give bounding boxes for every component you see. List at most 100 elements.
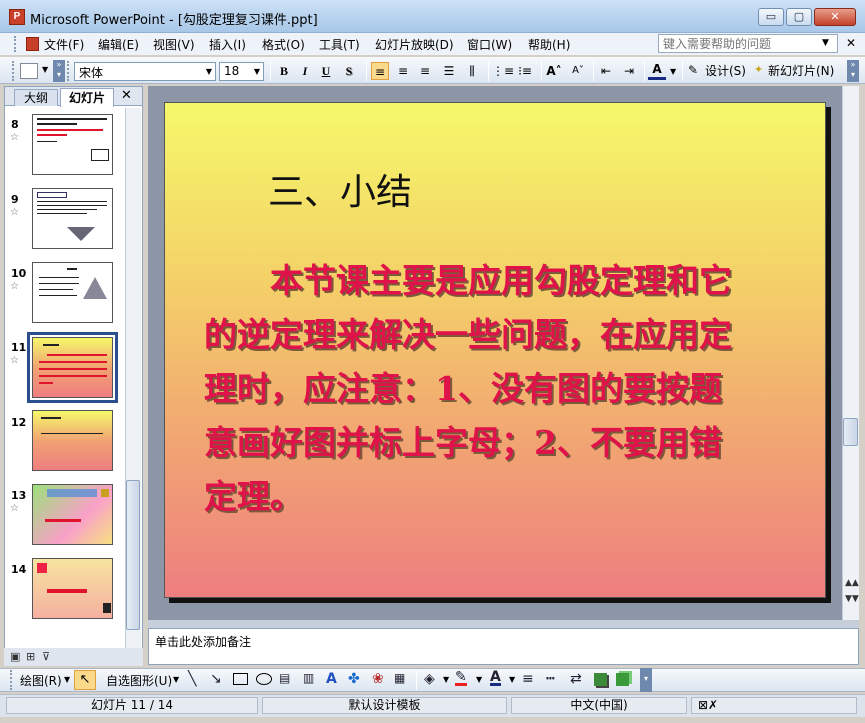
underline-button[interactable]: U xyxy=(317,62,335,80)
align-left-icon[interactable]: ≡ xyxy=(371,62,389,80)
toolbar-options-icon[interactable]: » ▾ xyxy=(53,60,65,82)
close-button[interactable]: ✕ xyxy=(814,8,856,26)
drawing-toolbar-grip[interactable] xyxy=(10,670,14,690)
toolbar-more-arrow-icon[interactable]: ▼ xyxy=(42,65,48,74)
italic-button[interactable]: I xyxy=(296,62,314,80)
design-button[interactable]: 设计(S) xyxy=(705,62,746,80)
line-tool-icon[interactable]: ╲ xyxy=(188,671,196,687)
tab-outline[interactable]: 大纲 xyxy=(14,89,58,106)
menubar-grip[interactable] xyxy=(14,36,17,52)
autoshapes-dropdown-icon[interactable]: ▼ xyxy=(173,675,179,684)
help-dropdown-arrow-icon[interactable]: ▼ xyxy=(822,38,829,48)
wordart-icon[interactable]: A xyxy=(326,671,337,687)
3d-style-icon[interactable] xyxy=(616,673,629,686)
draw-menu-button[interactable]: 绘图(R) xyxy=(20,672,62,689)
menu-help[interactable]: 帮助(H) xyxy=(528,36,570,53)
slide-thumbnail-14[interactable] xyxy=(32,558,113,619)
powerpoint-icon[interactable]: P xyxy=(9,9,25,25)
line-style-icon[interactable]: ≡ xyxy=(522,671,534,687)
pane-close-icon[interactable]: ✕ xyxy=(121,88,132,103)
bullets-icon[interactable]: ⁝≡ xyxy=(516,62,534,80)
menu-insert[interactable]: 插入(I) xyxy=(209,36,246,53)
slide-body-text[interactable]: 本节课主要是应用勾股定理和它 的逆定理来解决一些问题，在应用定 理时，应注意：1… xyxy=(204,254,804,524)
toolbar-grip-2[interactable] xyxy=(67,61,71,81)
increase-indent-icon[interactable]: ⇥ xyxy=(620,62,638,80)
arrow-style-icon[interactable]: ⇄ xyxy=(570,671,582,687)
new-slide-button[interactable]: 新幻灯片(N) xyxy=(768,62,834,80)
line-color-dropdown-icon[interactable]: ▼ xyxy=(476,675,482,684)
toolbar-options-icon[interactable]: » ▾ xyxy=(847,60,859,82)
vertical-scrollbar[interactable] xyxy=(842,86,859,620)
slide-sorter-view-icon[interactable]: ⊞ xyxy=(26,650,35,663)
font-size-select[interactable]: 18 ▼ xyxy=(219,62,264,81)
toolbar-options-icon[interactable]: ▾ xyxy=(640,668,652,692)
autoshapes-button[interactable]: 自选图形(U) xyxy=(106,672,172,689)
distributed-icon[interactable]: ⫼ xyxy=(463,62,481,80)
fill-color-dropdown-icon[interactable]: ▼ xyxy=(443,675,449,684)
slide-thumbnail-10[interactable] xyxy=(32,262,113,323)
notes-splitter[interactable] xyxy=(148,620,859,628)
decrease-indent-icon[interactable]: ⇤ xyxy=(597,62,615,80)
decrease-font-icon[interactable]: A˅ xyxy=(569,62,587,80)
tab-slides[interactable]: 幻灯片 xyxy=(60,88,114,107)
font-color-icon[interactable]: A xyxy=(490,670,501,686)
oval-tool-icon[interactable] xyxy=(256,673,272,685)
next-slide-icon[interactable]: ▼▼ xyxy=(845,594,859,604)
toolbar-separator xyxy=(593,61,594,81)
menu-file[interactable]: 文件(F) xyxy=(44,36,84,53)
notes-pane[interactable]: 单击此处添加备注 xyxy=(148,628,859,665)
previous-slide-icon[interactable]: ▲▲ xyxy=(845,578,859,588)
line-color-icon[interactable]: ✎ xyxy=(455,670,467,686)
document-icon[interactable] xyxy=(26,37,39,51)
vertical-textbox-icon[interactable]: ▥ xyxy=(303,671,314,685)
menu-view[interactable]: 视图(V) xyxy=(153,36,195,53)
menu-slideshow[interactable]: 幻灯片放映(D) xyxy=(375,36,454,53)
font-color-icon[interactable]: A xyxy=(648,62,666,80)
help-search-input[interactable] xyxy=(658,34,838,53)
normal-view-icon[interactable]: ▣ xyxy=(10,650,20,663)
new-document-icon[interactable] xyxy=(20,63,38,79)
textbox-tool-icon[interactable]: ▤ xyxy=(279,671,290,685)
slide-thumbnail-9[interactable] xyxy=(32,188,113,249)
menu-tools[interactable]: 工具(T) xyxy=(319,36,360,53)
justify-icon[interactable]: ☰ xyxy=(440,62,458,80)
shadow-style-icon[interactable] xyxy=(594,673,607,686)
slide-thumbnail-8[interactable] xyxy=(32,114,113,175)
fill-color-icon[interactable]: ◈ xyxy=(424,671,435,687)
minimize-button[interactable]: ▭ xyxy=(758,8,784,26)
shadow-button[interactable]: S xyxy=(340,62,358,80)
spelling-status-icon[interactable]: ⊠✗ xyxy=(691,697,857,714)
dash-style-icon[interactable]: ┅ xyxy=(546,671,554,687)
rectangle-tool-icon[interactable] xyxy=(233,673,248,685)
clipart-icon[interactable]: ❀ xyxy=(372,671,384,687)
font-color-dropdown-icon[interactable]: ▼ xyxy=(509,675,515,684)
font-dropdown-arrow-icon[interactable]: ▼ xyxy=(206,67,212,76)
menu-window[interactable]: 窗口(W) xyxy=(467,36,512,53)
align-center-icon[interactable]: ≡ xyxy=(394,62,412,80)
maximize-button[interactable]: ▢ xyxy=(786,8,812,26)
doc-close-icon[interactable]: ✕ xyxy=(846,36,856,50)
toolbar-grip[interactable] xyxy=(12,61,16,81)
select-pointer-icon[interactable]: ↖ xyxy=(74,670,96,690)
numbering-icon[interactable]: ⋮≡ xyxy=(492,62,514,80)
slide-thumbnail-12[interactable] xyxy=(32,410,113,471)
arrow-tool-icon[interactable]: ↘ xyxy=(210,671,222,687)
diagram-icon[interactable]: ✤ xyxy=(348,671,360,687)
bold-button[interactable]: B xyxy=(275,62,293,80)
increase-font-icon[interactable]: A˄ xyxy=(545,62,563,80)
slide-title[interactable]: 三、小结 xyxy=(268,163,412,215)
slide-thumbnail-11[interactable] xyxy=(27,332,118,403)
body-line: 本节课主要是应用勾股定理和它 xyxy=(204,261,732,300)
menu-edit[interactable]: 编辑(E) xyxy=(98,36,139,53)
menu-format[interactable]: 格式(O) xyxy=(262,36,305,53)
font-color-dropdown-icon[interactable]: ▼ xyxy=(670,67,676,76)
slides-pane-scroll-thumb[interactable] xyxy=(126,480,140,630)
vertical-scroll-thumb[interactable] xyxy=(843,418,858,446)
font-name-select[interactable]: 宋体 ▼ xyxy=(74,62,216,81)
align-right-icon[interactable]: ≡ xyxy=(416,62,434,80)
slideshow-view-icon[interactable]: ⊽ xyxy=(42,650,50,663)
picture-icon[interactable]: ▦ xyxy=(394,671,405,685)
draw-dropdown-icon[interactable]: ▼ xyxy=(64,675,70,684)
slide-thumbnail-13[interactable] xyxy=(32,484,113,545)
size-dropdown-arrow-icon[interactable]: ▼ xyxy=(254,67,260,76)
